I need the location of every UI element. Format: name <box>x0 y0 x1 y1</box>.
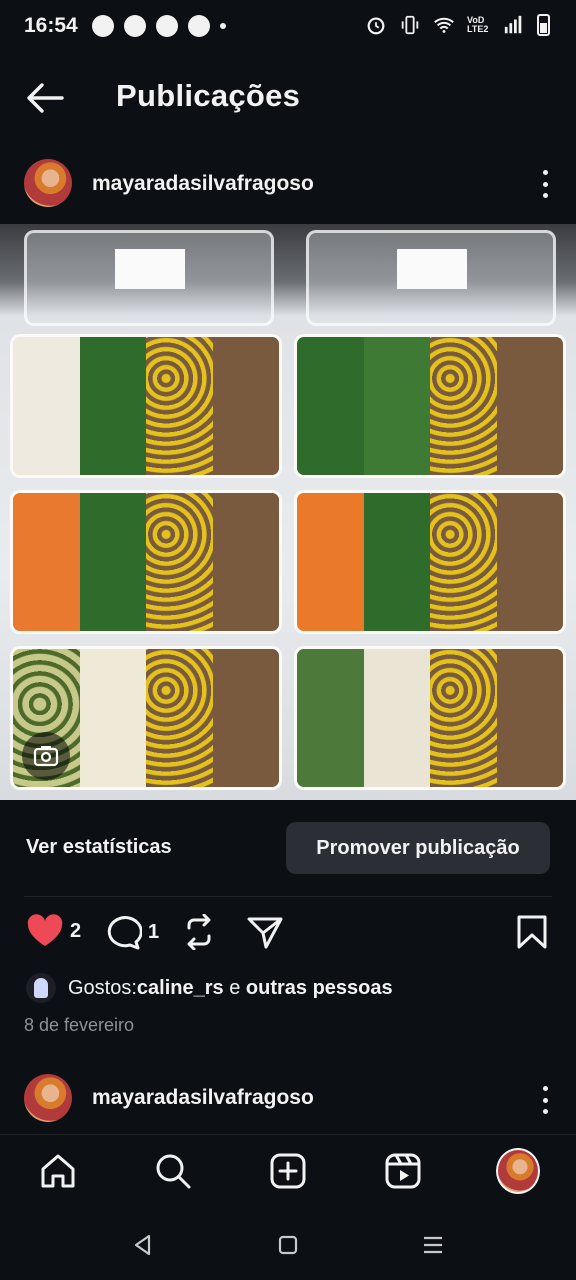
create-icon[interactable] <box>266 1149 310 1193</box>
post-header: mayaradasilvafragoso <box>0 152 576 216</box>
likes-summary[interactable]: Gostos: caline_rs e outras pessoas <box>26 970 393 1006</box>
food-box <box>294 334 566 478</box>
avatar[interactable] <box>24 1074 72 1122</box>
back-triangle-icon[interactable] <box>128 1230 158 1260</box>
divider <box>24 896 552 897</box>
post-date: 8 de fevereiro <box>24 1015 135 1035</box>
profile-avatar[interactable] <box>496 1148 540 1194</box>
post-actions: 2 1 <box>0 910 576 958</box>
avatar[interactable] <box>24 159 72 207</box>
like-button[interactable]: 2 <box>26 914 81 948</box>
food-box <box>294 646 566 790</box>
likes-prefix: Gostos: <box>68 976 137 999</box>
comments-count: 1 <box>148 920 160 943</box>
liker-username[interactable]: caline_rs <box>137 977 224 1000</box>
next-post-username[interactable]: mayaradasilvafragoso <box>92 1086 314 1110</box>
next-post-header: mayaradasilvafragoso <box>0 1066 576 1130</box>
alarm-icon <box>367 17 385 35</box>
status-icons: VoD LTE2 <box>365 14 550 36</box>
lid-label <box>115 249 185 289</box>
more-notifications-dot-icon <box>219 23 226 29</box>
likes-others[interactable]: outras pessoas <box>246 977 393 1000</box>
more-options-icon[interactable] <box>540 1086 550 1114</box>
signal-icon <box>504 15 522 34</box>
liker-avatar <box>26 973 56 1003</box>
home-icon[interactable] <box>36 1149 80 1193</box>
system-navigation <box>0 1210 576 1280</box>
food-box <box>294 490 566 634</box>
share-icon[interactable] <box>246 914 284 950</box>
recents-icon[interactable] <box>418 1230 448 1260</box>
notification-icons <box>91 15 226 37</box>
view-insights-link[interactable]: Ver estatísticas <box>26 836 172 859</box>
insights-row: Ver estatísticas Promover publicação <box>0 822 576 874</box>
messenger-icon <box>91 15 114 37</box>
lid-label <box>397 249 467 289</box>
promote-post-button[interactable]: Promover publicação <box>286 822 550 874</box>
profile-avatar-image <box>496 1148 540 1194</box>
wifi-icon <box>434 17 454 33</box>
bottom-navigation <box>0 1134 576 1206</box>
container-lid <box>306 230 556 326</box>
heart-icon <box>27 914 63 946</box>
vibrate-icon <box>401 15 419 35</box>
food-containers <box>10 334 566 790</box>
food-box <box>10 490 282 634</box>
battery-icon <box>537 14 550 36</box>
message-icon <box>155 15 178 37</box>
top-bar: Publicações <box>0 60 576 136</box>
likes-count: 2 <box>70 919 82 942</box>
page-title: Publicações <box>116 78 301 113</box>
network-type-label: VoD LTE2 <box>467 15 489 34</box>
arrow-left-icon[interactable] <box>24 80 64 116</box>
more-options-icon[interactable] <box>540 170 550 198</box>
messenger-icon <box>123 15 146 37</box>
comment-icon <box>107 916 142 950</box>
post-username[interactable]: mayaradasilvafragoso <box>92 172 314 196</box>
home-square-icon[interactable] <box>273 1230 303 1260</box>
camera-lens-icon[interactable] <box>22 732 70 780</box>
messenger-icon <box>187 15 210 37</box>
food-box <box>10 334 282 478</box>
post-image[interactable] <box>0 224 576 800</box>
status-time: 16:54 <box>24 14 78 37</box>
repost-icon[interactable] <box>182 914 216 950</box>
reels-icon[interactable] <box>381 1149 425 1193</box>
container-lid <box>24 230 274 326</box>
likes-conjunction: e <box>223 976 246 999</box>
bookmark-icon[interactable] <box>516 914 548 950</box>
comment-button[interactable]: 1 <box>104 914 159 950</box>
status-bar: 16:54 VoD LTE2 <box>0 0 576 52</box>
search-icon[interactable] <box>151 1149 195 1193</box>
